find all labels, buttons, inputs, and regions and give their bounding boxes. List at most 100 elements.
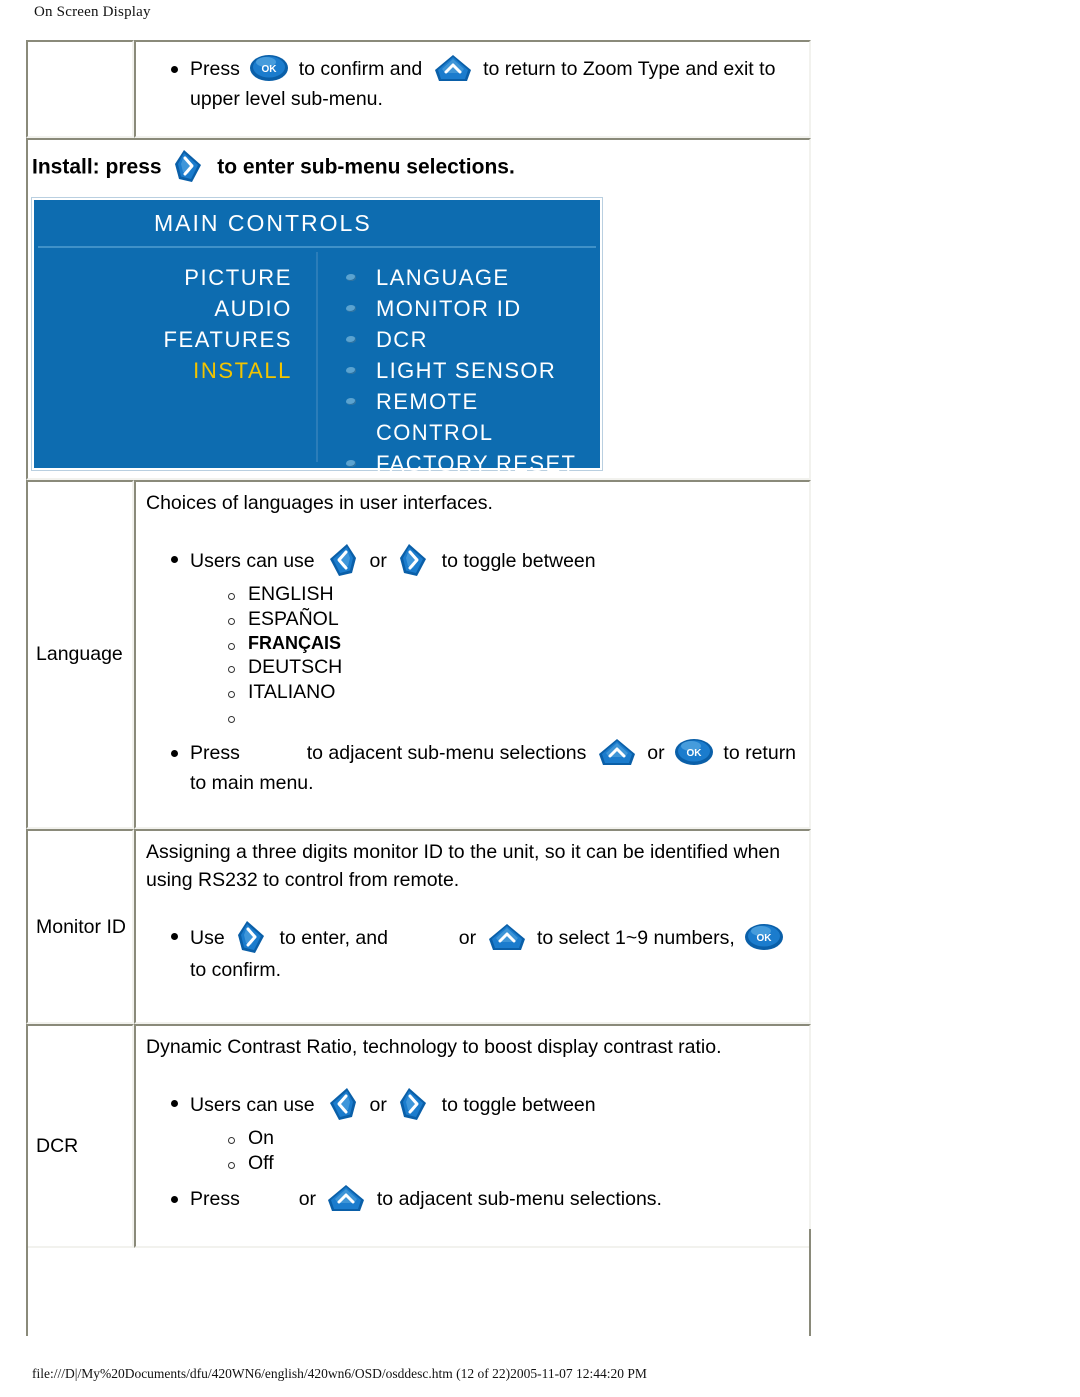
osd-submenu-item-factory-reset[interactable]: FACTORY RESET xyxy=(334,448,594,479)
row-label-language: Language xyxy=(36,643,123,665)
left-button-icon[interactable] xyxy=(323,1086,361,1122)
left-button-icon[interactable] xyxy=(323,542,361,578)
list-item: On xyxy=(228,1126,799,1151)
list-item: ITALIANO xyxy=(228,680,799,705)
right-button-icon[interactable] xyxy=(395,1086,433,1122)
osd-bullet-icon xyxy=(346,398,356,405)
bullet-list: Use to enter, and or to select 1~9 numbe… xyxy=(146,919,799,985)
osd-submenu-label: DCR xyxy=(376,327,428,352)
ok-button-icon[interactable]: OK xyxy=(673,737,715,767)
language-intro: Choices of languages in user interfaces. xyxy=(146,492,493,514)
right-button-icon[interactable] xyxy=(395,542,433,578)
list-item: Use to enter, and or to select 1~9 numbe… xyxy=(171,919,799,985)
text-adjacent-selections: to adjacent sub-menu selections. xyxy=(376,1188,662,1211)
osd-bullet-icon xyxy=(346,305,356,312)
up-button-icon[interactable] xyxy=(431,52,475,84)
list-item: Press to adjacent sub-menu selections or… xyxy=(171,736,799,798)
text-press: Press xyxy=(190,741,240,764)
ok-button-icon[interactable]: OK xyxy=(248,53,290,83)
option-list: On Off xyxy=(190,1126,799,1176)
text-to-confirm: to confirm and xyxy=(298,58,423,81)
osd-title-separator xyxy=(38,246,596,248)
osd-bullet-icon xyxy=(346,274,356,281)
text-users-can-use: Users can use xyxy=(190,549,315,572)
osd-description-table: Press OK to confirm and to return to Zoo… xyxy=(26,40,811,1248)
row-body-cell-zoom: Press OK to confirm and to return to Zoo… xyxy=(134,40,811,138)
row-label-monitor-id: Monitor ID xyxy=(36,916,126,939)
list-item: Press OK to confirm and to return to Zoo… xyxy=(171,52,799,114)
row-label-cell-monitor-id: Monitor ID xyxy=(26,829,134,1025)
osd-submenu-label: FACTORY RESET xyxy=(376,451,577,476)
up-button-icon[interactable] xyxy=(485,921,529,953)
install-section-cell: Install: press to enter sub-menu selecti… xyxy=(26,138,811,480)
osd-submenu-item-dcr[interactable]: DCR xyxy=(334,324,594,355)
install-heading-before: Install: press xyxy=(32,155,162,179)
monitor-id-intro: Assigning a three digits monitor ID to t… xyxy=(146,841,781,891)
osd-submenu-label: REMOTE CONTROL xyxy=(376,389,494,445)
ok-button-icon[interactable]: OK xyxy=(743,922,785,952)
osd-bullet-icon xyxy=(346,460,356,467)
osd-bullet-icon xyxy=(346,336,356,343)
row-body-cell-language: Choices of languages in user interfaces.… xyxy=(134,480,811,830)
text-or: or xyxy=(647,741,665,764)
list-item: FRANÇAIS xyxy=(228,632,799,655)
bullet-list: Users can use or xyxy=(146,1086,799,1216)
row-body-cell-dcr: Dynamic Contrast Ratio, technology to bo… xyxy=(134,1024,811,1248)
list-item: DEUTSCH xyxy=(228,655,799,680)
osd-submenu-label: LANGUAGE xyxy=(376,265,510,290)
osd-menu-item-features[interactable]: FEATURES xyxy=(34,324,292,355)
osd-menu-item-picture[interactable]: PICTURE xyxy=(34,262,292,293)
text-toggle-between: to toggle between xyxy=(441,1094,596,1117)
svg-text:OK: OK xyxy=(757,933,773,944)
osd-right-submenu: LANGUAGE MONITOR ID DCR LIGHT SENSOR REM… xyxy=(334,262,594,479)
text-or: or xyxy=(298,1188,317,1211)
osd-title: MAIN CONTROLS xyxy=(154,210,372,236)
text-to-confirm: to confirm. xyxy=(190,958,282,981)
osd-column-divider xyxy=(316,252,318,462)
right-button-icon[interactable] xyxy=(170,148,208,184)
osd-menu-item-audio[interactable]: AUDIO xyxy=(34,293,292,324)
text-press: Press xyxy=(190,58,240,81)
list-item: Users can use or xyxy=(171,542,799,732)
svg-text:OK: OK xyxy=(686,748,702,759)
row-label-cell-language: Language xyxy=(26,480,134,830)
text-or: or xyxy=(369,1094,387,1117)
right-button-icon[interactable] xyxy=(233,919,271,955)
table-row-monitor-id: Monitor ID Assigning a three digits moni… xyxy=(26,829,811,1025)
bullet-list: Users can use or xyxy=(146,542,799,798)
svg-text:OK: OK xyxy=(262,64,278,75)
list-item: Users can use or xyxy=(171,1086,799,1176)
row-body-cell-monitor-id: Assigning a three digits monitor ID to t… xyxy=(134,829,811,1025)
up-button-icon[interactable] xyxy=(595,736,639,768)
list-item xyxy=(228,705,799,732)
row-label-dcr: DCR xyxy=(36,1135,79,1158)
text-to-enter: to enter, and xyxy=(279,926,388,949)
bullet-list: Press OK to confirm and to return to Zoo… xyxy=(146,54,799,114)
option-list: ENGLISH ESPAÑOL FRANÇAIS DEUTSCH ITALIAN… xyxy=(190,582,799,732)
row-label-cell-empty xyxy=(26,40,134,138)
osd-submenu-item-remote-control[interactable]: REMOTE CONTROL xyxy=(334,386,594,448)
list-item: ESPAÑOL xyxy=(228,607,799,632)
dcr-intro: Dynamic Contrast Ratio, technology to bo… xyxy=(146,1036,722,1059)
install-heading: Install: press to enter sub-menu selecti… xyxy=(28,140,809,192)
table-row-install: Install: press to enter sub-menu selecti… xyxy=(26,138,811,480)
table-row-language: Language Choices of languages in user in… xyxy=(26,480,811,830)
text-users-can-use: Users can use xyxy=(190,1094,315,1117)
list-item: ENGLISH xyxy=(228,582,799,607)
text-or: or xyxy=(458,926,477,949)
up-button-icon[interactable] xyxy=(324,1182,368,1214)
list-item: Press or to adjacent sub-menu selections… xyxy=(171,1182,799,1216)
text-use: Use xyxy=(190,926,225,949)
table-bottom-empty-row xyxy=(26,1229,811,1336)
osd-submenu-item-light-sensor[interactable]: LIGHT SENSOR xyxy=(334,355,594,386)
page-header: On Screen Display xyxy=(34,4,151,20)
text-press: Press xyxy=(190,1188,240,1211)
osd-submenu-label: MONITOR ID xyxy=(376,296,522,321)
osd-menu-item-install[interactable]: INSTALL xyxy=(34,355,292,386)
osd-left-menu: PICTURE AUDIO FEATURES INSTALL xyxy=(34,262,306,386)
install-heading-after: to enter sub-menu selections. xyxy=(217,155,515,179)
page-footer: file:///D|/My%20Documents/dfu/420WN6/eng… xyxy=(32,1366,647,1381)
table-row-dcr: DCR Dynamic Contrast Ratio, technology t… xyxy=(26,1024,811,1248)
osd-submenu-item-monitor-id[interactable]: MONITOR ID xyxy=(334,293,594,324)
osd-submenu-item-language[interactable]: LANGUAGE xyxy=(334,262,594,293)
